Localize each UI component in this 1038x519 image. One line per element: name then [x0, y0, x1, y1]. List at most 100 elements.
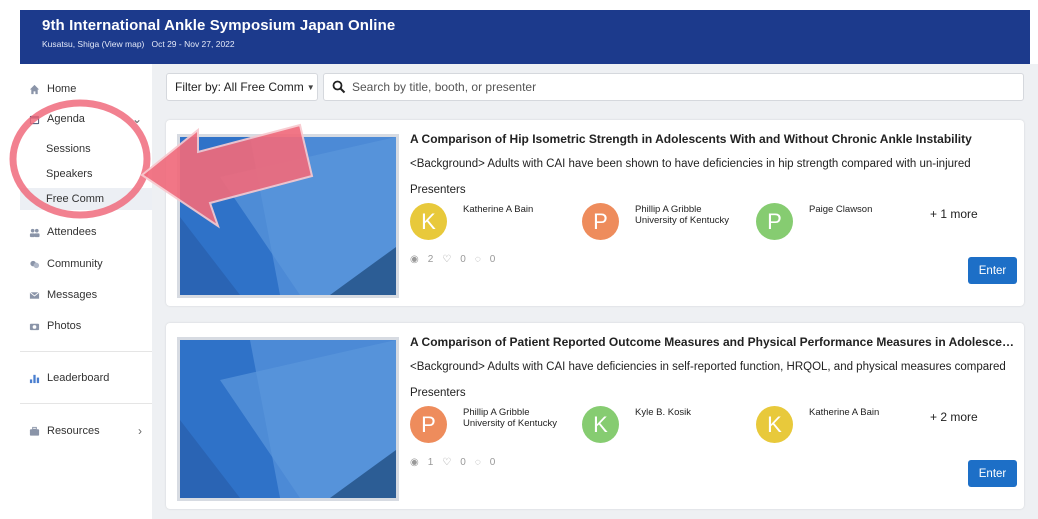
sidebar-item-leaderboard[interactable]: Leaderboard	[20, 367, 152, 389]
sidebar-item-label: Agenda	[47, 113, 85, 125]
views-icon: ◉	[410, 254, 419, 265]
heart-icon[interactable]: ♡	[442, 457, 451, 468]
sidebar-item-label: Leaderboard	[47, 372, 110, 384]
event-title: 9th International Ankle Symposium Japan …	[42, 17, 396, 34]
comment-icon[interactable]: ◌	[475, 254, 481, 265]
people-icon	[29, 227, 40, 238]
chevron-down-icon: ⌄	[131, 112, 142, 126]
event-dates: Oct 29 - Nov 27, 2022	[151, 39, 235, 49]
sidebar: Home Agenda ⌄ Sessions Speakers Free Com…	[20, 64, 152, 519]
avatar: P	[410, 406, 447, 443]
presenter[interactable]: K Kyle B. Kosik	[582, 406, 691, 443]
avatar: K	[582, 406, 619, 443]
calendar-icon	[29, 114, 40, 125]
presenter[interactable]: P Phillip A Gribble University of Kentuc…	[582, 203, 729, 240]
session-description: <Background> Adults with CAI have defici…	[410, 361, 1006, 373]
enter-button[interactable]: Enter	[968, 257, 1017, 284]
more-presenters-link[interactable]: + 1 more	[930, 207, 978, 221]
heart-icon[interactable]: ♡	[442, 254, 451, 265]
presenter[interactable]: K Katherine A Bain	[410, 203, 533, 240]
sidebar-item-label: Free Comm	[46, 193, 105, 205]
presenter-info: Katherine A Bain	[809, 406, 879, 443]
avatar: P	[756, 203, 793, 240]
search-bar	[323, 73, 1024, 101]
sidebar-item-messages[interactable]: Messages	[20, 284, 152, 306]
presenter-info: Kyle B. Kosik	[635, 406, 691, 443]
sidebar-item-sessions[interactable]: Sessions	[20, 138, 152, 160]
sidebar-item-speakers[interactable]: Speakers	[20, 163, 152, 185]
view-count: 2	[427, 254, 434, 265]
presenter-name: Kyle B. Kosik	[635, 407, 691, 418]
enter-button[interactable]: Enter	[968, 460, 1017, 487]
views-icon: ◉	[410, 457, 419, 468]
presenter-info: Paige Clawson	[809, 203, 872, 240]
sidebar-item-agenda[interactable]: Agenda ⌄	[20, 108, 152, 130]
session-thumbnail[interactable]	[177, 134, 399, 298]
comment-count: 0	[489, 254, 496, 265]
presenter-name: Katherine A Bain	[463, 204, 534, 215]
presenter[interactable]: P Phillip A Gribble University of Kentuc…	[410, 406, 557, 443]
filter-label: Filter by: All Free Comm	[175, 80, 304, 94]
presenter-name: Phillip A Gribble	[463, 407, 530, 418]
caret-down-icon: ▼	[306, 82, 315, 92]
sidebar-item-home[interactable]: Home	[20, 78, 152, 100]
chevron-right-icon: ›	[138, 424, 142, 438]
presenters-label: Presenters	[410, 184, 466, 196]
sidebar-item-label: Speakers	[46, 168, 93, 180]
sidebar-item-photos[interactable]: Photos	[20, 315, 152, 337]
sidebar-item-label: Attendees	[47, 226, 97, 238]
session-stats: ◉ 2 ♡ 0 ◌ 0	[410, 254, 504, 265]
main-content: Filter by: All Free Comm ▼ A Comparison …	[152, 64, 1038, 519]
session-description: <Background> Adults with CAI have been s…	[410, 158, 971, 170]
sidebar-item-resources[interactable]: Resources ›	[20, 420, 152, 442]
presenter[interactable]: P Paige Clawson	[756, 203, 872, 240]
sidebar-item-label: Community	[47, 258, 103, 270]
sidebar-item-free-comm[interactable]: Free Comm	[20, 188, 152, 210]
comment-count: 0	[489, 457, 496, 468]
sidebar-divider	[20, 403, 152, 404]
sidebar-item-label: Photos	[47, 320, 82, 332]
avatar: P	[582, 203, 619, 240]
session-card[interactable]: A Comparison of Patient Reported Outcome…	[166, 323, 1024, 509]
avatar: K	[410, 203, 447, 240]
sidebar-item-community[interactable]: Community	[20, 253, 152, 275]
presenter-affiliation: University of Kentucky	[463, 418, 557, 429]
search-input[interactable]	[352, 80, 992, 94]
sidebar-item-label: Sessions	[46, 143, 91, 155]
session-card[interactable]: A Comparison of Hip Isometric Strength i…	[166, 120, 1024, 306]
search-icon	[332, 80, 346, 94]
session-title[interactable]: A Comparison of Patient Reported Outcome…	[410, 335, 1014, 349]
event-subtitle: Kusatsu, Shiga (View map) Oct 29 - Nov 2…	[42, 39, 1008, 49]
bar-chart-icon	[29, 373, 40, 384]
presenter-name: Katherine A Bain	[809, 407, 880, 418]
presenter-name: Paige Clawson	[809, 204, 873, 215]
event-location: Kusatsu, Shiga	[42, 39, 100, 49]
session-stats: ◉ 1 ♡ 0 ◌ 0	[410, 457, 504, 468]
sidebar-item-label: Home	[47, 83, 77, 95]
view-count: 1	[427, 457, 434, 468]
home-icon	[29, 84, 40, 95]
sidebar-item-attendees[interactable]: Attendees	[20, 221, 152, 243]
presenter-info: Phillip A Gribble University of Kentucky	[635, 203, 729, 240]
event-header: 9th International Ankle Symposium Japan …	[20, 10, 1030, 64]
like-count: 0	[460, 457, 466, 468]
presenter-name: Phillip A Gribble	[635, 204, 702, 215]
more-presenters-link[interactable]: + 2 more	[930, 410, 978, 424]
sidebar-divider	[20, 351, 152, 352]
session-title[interactable]: A Comparison of Hip Isometric Strength i…	[410, 132, 1014, 146]
comment-icon[interactable]: ◌	[475, 457, 481, 468]
presenter[interactable]: K Katherine A Bain	[756, 406, 879, 443]
like-count: 0	[460, 254, 466, 265]
presenter-info: Katherine A Bain	[463, 203, 533, 240]
camera-icon	[29, 321, 40, 332]
view-map-link[interactable]: (View map)	[102, 39, 145, 49]
presenter-affiliation: University of Kentucky	[635, 215, 729, 226]
filter-dropdown[interactable]: Filter by: All Free Comm ▼	[166, 73, 318, 101]
sidebar-item-label: Resources	[47, 425, 100, 437]
avatar: K	[756, 406, 793, 443]
session-thumbnail[interactable]	[177, 337, 399, 501]
presenters-label: Presenters	[410, 387, 466, 399]
presenter-info: Phillip A Gribble University of Kentucky	[463, 406, 557, 443]
sidebar-item-label: Messages	[47, 289, 98, 301]
chat-icon	[29, 259, 40, 270]
